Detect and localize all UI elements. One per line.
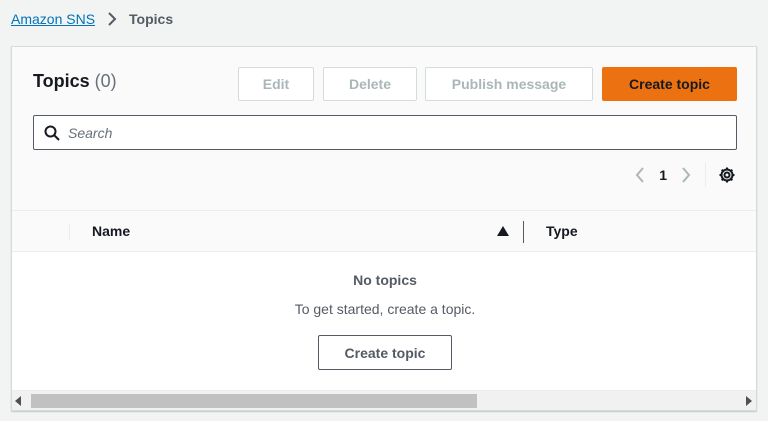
breadcrumb: Amazon SNS Topics (11, 9, 173, 29)
breadcrumb-link-amazon-sns[interactable]: Amazon SNS (11, 11, 95, 27)
breadcrumb-current: Topics (129, 11, 174, 27)
column-header-name[interactable]: Name (92, 223, 130, 239)
scroll-right-icon[interactable] (744, 396, 752, 406)
panel-header: Topics (0) Edit Delete Publish message Cr… (12, 47, 756, 211)
column-resizer[interactable] (523, 221, 524, 243)
topics-panel: Topics (0) Edit Delete Publish message Cr… (11, 46, 757, 411)
empty-state-description: To get started, create a topic. (294, 301, 476, 317)
publish-message-button[interactable]: Publish message (425, 67, 593, 101)
search-icon (44, 125, 60, 141)
search-field[interactable] (33, 115, 737, 150)
column-divider (69, 223, 70, 241)
scrollbar-thumb[interactable] (31, 394, 477, 408)
edit-button[interactable]: Edit (238, 67, 314, 101)
current-page[interactable]: 1 (659, 167, 667, 183)
chevron-right-icon[interactable] (681, 167, 691, 183)
table-header: Name Type (12, 211, 756, 252)
delete-button[interactable]: Delete (323, 67, 417, 101)
title-text: Topics (33, 71, 90, 91)
gear-icon[interactable] (718, 166, 736, 184)
empty-state-title: No topics (353, 272, 417, 288)
column-header-type[interactable]: Type (546, 223, 578, 239)
horizontal-scrollbar[interactable] (12, 390, 756, 410)
create-topic-button[interactable]: Create topic (602, 67, 737, 101)
empty-state: No topics To get started, create a topic… (12, 252, 756, 390)
page-title: Topics (0) (33, 71, 117, 92)
pager-divider (705, 163, 706, 187)
sort-ascending-icon[interactable] (497, 226, 509, 236)
chevron-right-icon (107, 12, 117, 26)
chevron-left-icon[interactable] (635, 167, 645, 183)
search-input[interactable] (68, 124, 708, 141)
pagination: 1 (635, 163, 736, 187)
topic-count: (0) (94, 71, 117, 91)
scroll-left-icon[interactable] (15, 396, 23, 406)
empty-create-topic-button[interactable]: Create topic (318, 335, 452, 370)
